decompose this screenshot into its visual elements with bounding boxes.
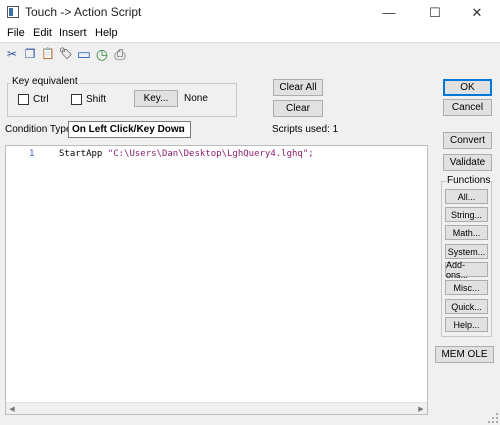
window-icon[interactable]: ▭ <box>76 46 92 62</box>
condition-type-label: Condition Type: <box>5 124 75 135</box>
current-key-value: None <box>184 93 208 104</box>
code-string: "C:\Users\Dan\Desktop\LghQuery4.lghq"; <box>107 149 314 159</box>
functions-all-button[interactable]: All... <box>445 189 488 204</box>
close-button[interactable]: ✕ <box>454 0 500 25</box>
code-line[interactable]: StartApp "C:\Users\Dan\Desktop\LghQuery4… <box>59 149 314 159</box>
horizontal-scrollbar[interactable]: ◀ ▶ <box>6 402 427 414</box>
functions-quick-button[interactable]: Quick... <box>445 299 488 314</box>
clear-button[interactable]: Clear <box>273 100 323 117</box>
line-number: 1 <box>29 149 35 159</box>
paste-icon[interactable]: 📋 <box>40 46 56 62</box>
menu-help[interactable]: Help <box>95 27 118 39</box>
copy-icon[interactable]: ❐ <box>22 46 38 62</box>
title-bar: Touch -> Action Script — ☐ ✕ <box>0 0 500 25</box>
shift-checkbox[interactable] <box>71 94 82 105</box>
clear-all-button[interactable]: Clear All <box>273 79 323 96</box>
app-icon <box>7 6 19 18</box>
minimize-button[interactable]: — <box>366 0 412 25</box>
scroll-left-icon[interactable]: ◀ <box>6 403 18 414</box>
ctrl-checkbox[interactable] <box>18 94 29 105</box>
shift-label: Shift <box>86 94 107 105</box>
scripts-used-label: Scripts used: 1 <box>272 124 339 135</box>
print-icon[interactable]: ⎙ <box>112 46 128 62</box>
cancel-button[interactable]: Cancel <box>443 99 492 116</box>
functions-string-button[interactable]: String... <box>445 207 488 222</box>
condition-type-value: On Left Click/Key Down <box>72 124 185 135</box>
key-button[interactable]: Key... <box>134 90 178 107</box>
convert-button[interactable]: Convert <box>443 132 492 149</box>
toolbar: ✂ ❐ 📋 🏷 ▭ ◷ ⎙ <box>0 43 500 65</box>
functions-legend: Functions <box>446 175 492 186</box>
mem-ole-button[interactable]: MEM OLE <box>435 346 494 363</box>
scroll-right-icon[interactable]: ▶ <box>415 403 427 414</box>
maximize-button[interactable]: ☐ <box>412 0 458 25</box>
validate-button[interactable]: Validate <box>443 154 492 171</box>
cut-icon[interactable]: ✂ <box>4 46 20 62</box>
code-command: StartApp <box>59 149 108 159</box>
menu-edit[interactable]: Edit <box>33 27 52 39</box>
menu-insert[interactable]: Insert <box>59 27 87 39</box>
resize-grip-icon[interactable] <box>488 413 498 423</box>
script-editor[interactable]: 1 StartApp "C:\Users\Dan\Desktop\LghQuer… <box>5 145 428 415</box>
ctrl-label: Ctrl <box>33 94 49 105</box>
condition-type-select[interactable]: On Left Click/Key Down ⌄ <box>68 121 191 138</box>
ok-button[interactable]: OK <box>443 79 492 96</box>
functions-misc-button[interactable]: Misc... <box>445 280 488 295</box>
key-equivalent-legend: Key equivalent <box>10 76 80 87</box>
functions-addons-button[interactable]: Add-ons... <box>445 260 488 280</box>
clock-icon[interactable]: ◷ <box>94 46 110 62</box>
window-title: Touch -> Action Script <box>25 5 142 19</box>
menu-bar: File Edit Insert Help <box>0 25 500 43</box>
functions-system-button[interactable]: System... <box>445 244 488 259</box>
tag-icon[interactable]: 🏷 <box>58 46 74 62</box>
functions-math-button[interactable]: Math... <box>445 225 488 240</box>
menu-file[interactable]: File <box>7 27 25 39</box>
chevron-down-icon[interactable]: ⌄ <box>174 123 188 136</box>
functions-help-button[interactable]: Help... <box>445 317 488 332</box>
